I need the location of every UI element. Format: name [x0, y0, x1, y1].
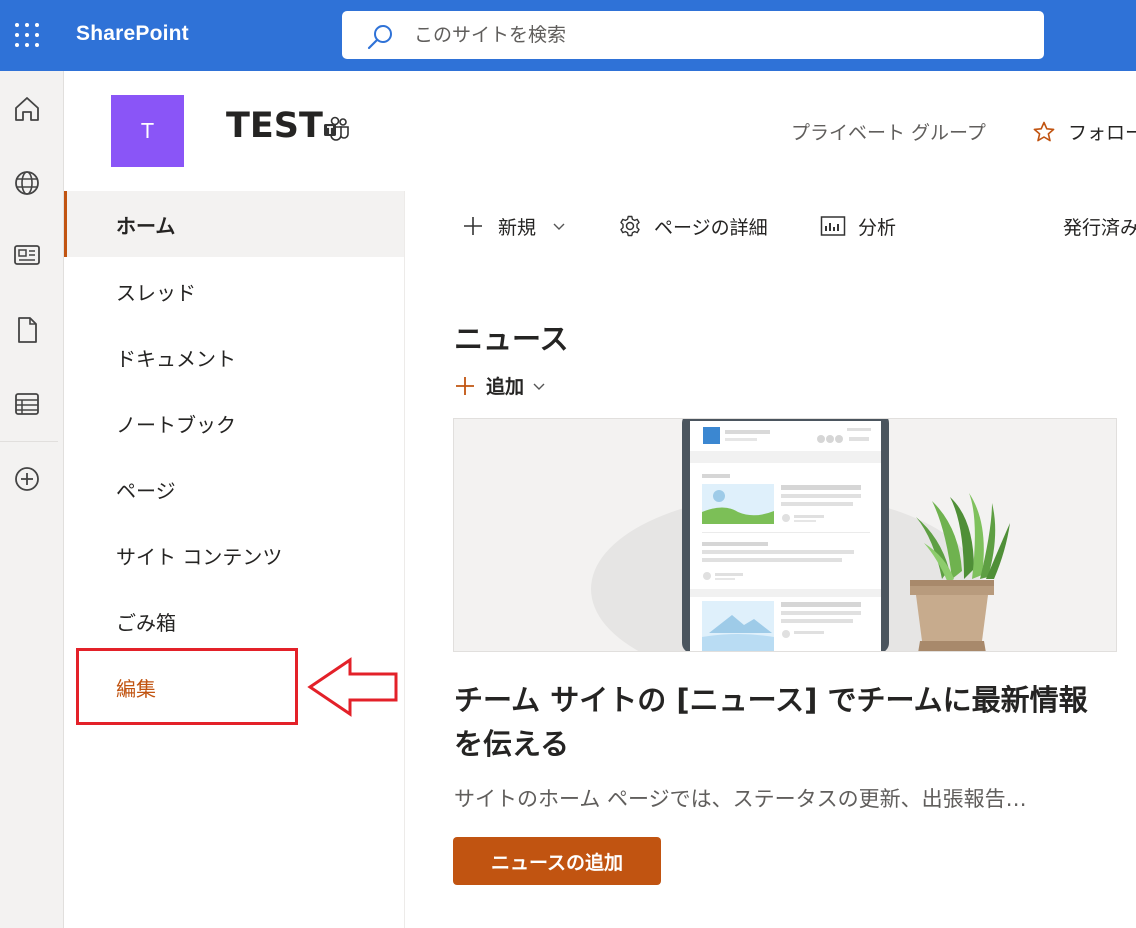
- teams-icon[interactable]: [323, 116, 351, 142]
- command-bar: 新規 ページの詳細 分析 発行済み: [406, 191, 1136, 261]
- home-icon[interactable]: [10, 92, 44, 126]
- published-status[interactable]: 発行済み: [1063, 211, 1136, 241]
- nav-item-documents[interactable]: ドキュメント: [64, 324, 404, 390]
- news-add-button[interactable]: 追加: [454, 372, 546, 399]
- gear-icon: [620, 215, 640, 237]
- nav-item-notebook[interactable]: ノートブック: [64, 390, 404, 456]
- nav-item-threads[interactable]: スレッド: [64, 258, 404, 324]
- globe-icon[interactable]: [10, 166, 44, 200]
- list-icon[interactable]: [10, 387, 44, 421]
- brand-link[interactable]: SharePoint: [76, 22, 189, 46]
- news-placeholder-image: [591, 419, 1010, 651]
- page-details-button[interactable]: ページの詳細: [618, 211, 768, 241]
- privacy-label: プライベート グループ: [791, 122, 986, 144]
- add-circle-icon[interactable]: [10, 462, 44, 496]
- nav-item-pages[interactable]: ページ: [64, 456, 404, 522]
- news-add-label: 追加: [486, 376, 525, 398]
- search-icon: [367, 25, 392, 50]
- plus-icon: [456, 376, 474, 395]
- nav-item-recycle-bin[interactable]: ごみ箱: [64, 588, 404, 654]
- analytics-label: 分析: [858, 216, 897, 239]
- search-input[interactable]: [414, 21, 1014, 49]
- news-illustration: [453, 418, 1117, 652]
- nav-item-site-contents[interactable]: サイト コンテンツ: [64, 522, 404, 588]
- nav-edit-link[interactable]: 編集: [64, 654, 404, 720]
- star-icon: [1033, 121, 1055, 141]
- add-news-button[interactable]: ニュースの追加: [453, 837, 661, 885]
- chevron-down-icon: [553, 223, 565, 230]
- suite-bar: SharePoint: [0, 0, 1136, 71]
- app-bar: [0, 71, 64, 928]
- new-button[interactable]: 新規: [462, 211, 566, 241]
- news-description: サイトのホーム ページでは、ステータスの更新、出張報告…: [454, 787, 1027, 811]
- site-title[interactable]: TEST: [226, 106, 323, 146]
- analytics-button[interactable]: 分析: [820, 211, 896, 241]
- follow-button[interactable]: フォロー: [1032, 118, 1136, 145]
- follow-label: フォロー: [1068, 122, 1136, 144]
- news-section-title: ニュース: [454, 322, 569, 356]
- document-icon[interactable]: [10, 313, 44, 347]
- page-details-label: ページの詳細: [654, 216, 768, 239]
- left-navigation: ホーム スレッド ドキュメント ノートブック ページ サイト コンテンツ ごみ箱…: [64, 191, 405, 928]
- news-icon[interactable]: [10, 238, 44, 272]
- plus-icon: [464, 217, 482, 235]
- app-launcher-icon[interactable]: [14, 22, 40, 48]
- news-headline: チーム サイトの [ニュース] でチームに最新情報を伝える: [454, 683, 1088, 761]
- chevron-down-icon: [533, 383, 545, 390]
- site-logo[interactable]: T: [111, 95, 184, 167]
- app-bar-divider: [0, 441, 58, 442]
- analytics-icon: [820, 216, 846, 236]
- new-label: 新規: [498, 216, 537, 239]
- nav-item-home[interactable]: ホーム: [64, 191, 404, 257]
- search-box[interactable]: [342, 11, 1044, 59]
